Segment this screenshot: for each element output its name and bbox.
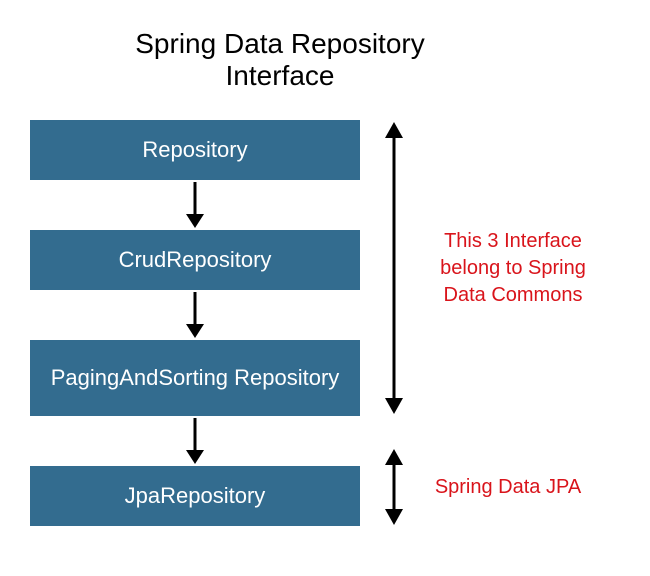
- box-crud-repository-label: CrudRepository: [119, 246, 272, 274]
- box-paging-sorting-repository: PagingAndSorting Repository: [30, 340, 360, 416]
- double-arrow-vertical-icon: [378, 448, 410, 526]
- annotation-jpa: Spring Data JPA: [428, 474, 588, 501]
- bracket-commons-group: This 3 Interface belong to Spring Data C…: [378, 120, 598, 416]
- box-paging-sorting-repository-label: PagingAndSorting Repository: [51, 364, 340, 392]
- arrow-connector: [183, 290, 207, 340]
- arrow-connector: [183, 180, 207, 230]
- box-jpa-repository: JpaRepository: [30, 466, 360, 526]
- annotation-commons: This 3 Interface belong to Spring Data C…: [428, 228, 598, 309]
- box-crud-repository: CrudRepository: [30, 230, 360, 290]
- box-repository-label: Repository: [142, 136, 247, 164]
- down-arrow-icon: [183, 180, 207, 230]
- hierarchy-column: Repository CrudRepository PagingAndSorti…: [30, 120, 360, 526]
- double-arrow-vertical-icon: [378, 120, 410, 416]
- arrow-connector: [183, 416, 207, 466]
- diagram-area: Repository CrudRepository PagingAndSorti…: [30, 120, 620, 526]
- spacer: [378, 416, 598, 448]
- box-jpa-repository-label: JpaRepository: [125, 482, 266, 510]
- annotation-column: This 3 Interface belong to Spring Data C…: [378, 120, 598, 526]
- box-repository: Repository: [30, 120, 360, 180]
- bracket-jpa-group: Spring Data JPA: [378, 448, 598, 526]
- down-arrow-icon: [183, 416, 207, 466]
- diagram-title: Spring Data Repository Interface: [90, 28, 470, 92]
- down-arrow-icon: [183, 290, 207, 340]
